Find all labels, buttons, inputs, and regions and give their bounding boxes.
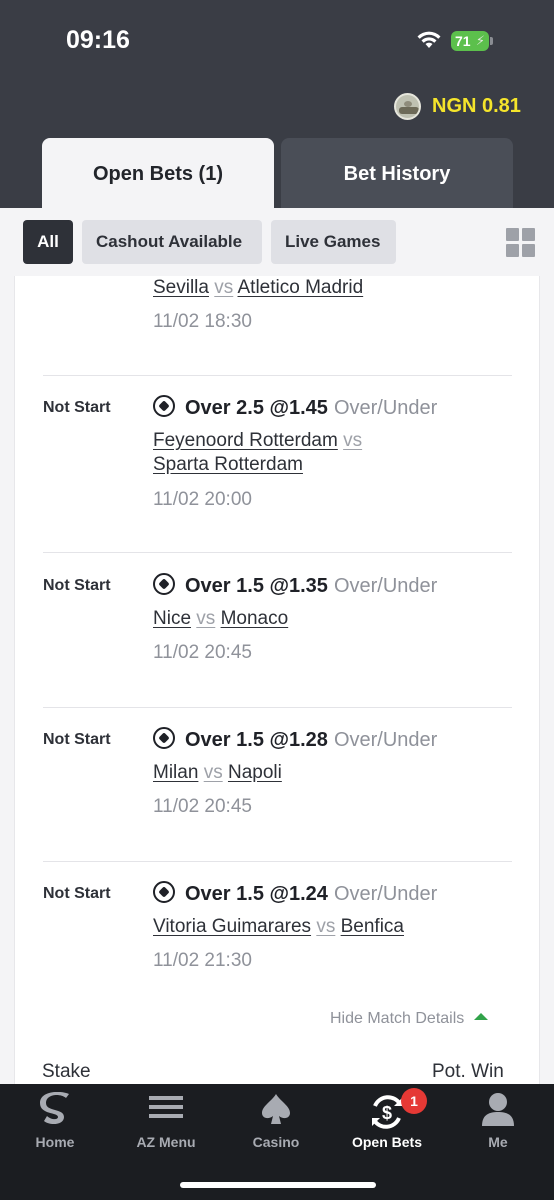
match-teams[interactable]: Sevilla vs Atletico Madrid [153, 276, 363, 300]
vs-label: vs [196, 608, 216, 629]
nav-home[interactable]: Home [0, 1084, 110, 1164]
divider [43, 552, 512, 553]
selection-pick: Over 1.5 @1.24 Over/Under [153, 881, 437, 906]
match-date: 11/02 20:45 [153, 796, 252, 817]
divider [43, 375, 512, 376]
hide-match-details-label: Hide Match Details [330, 1010, 465, 1027]
vs-label: vs [203, 762, 223, 783]
pick-label: Over 1.5 @1.24 [185, 883, 328, 905]
nav-casino[interactable]: Casino [221, 1084, 331, 1164]
app-header: 09:16 71 ⚡ NGN 0.81 Open Bets (1) Bet Hi… [0, 0, 554, 210]
selection-pick: Over 2.5 @1.45 Over/Under [153, 395, 437, 420]
nav-me[interactable]: Me [443, 1084, 553, 1164]
filter-bar: All Cashout Available Live Games [0, 208, 554, 276]
away-team[interactable]: Benfica [341, 916, 404, 937]
pick-label: Over 1.5 @1.35 [185, 575, 328, 597]
vs-label: vs [214, 277, 234, 298]
match-teams[interactable]: Nice vs Monaco [153, 607, 288, 631]
sporty-logo-icon [40, 1092, 69, 1125]
status-time: 09:16 [66, 26, 130, 54]
away-team[interactable]: Sparta Rotterdam [153, 454, 303, 475]
nav-label: Casino [252, 1134, 300, 1150]
pot-win-label: Pot. Win [432, 1061, 504, 1082]
charging-icon: ⚡ [475, 33, 485, 48]
spade-icon [262, 1094, 290, 1124]
menu-icon [149, 1096, 183, 1118]
svg-text:$: $ [382, 1103, 392, 1123]
match-status: Not Start [43, 399, 111, 416]
match-status: Not Start [43, 731, 111, 748]
hide-match-details-button[interactable]: Hide Match Details [330, 1010, 489, 1028]
caret-up-icon [474, 1013, 489, 1020]
nav-label: Open Bets [351, 1134, 422, 1150]
nav-az-menu[interactable]: AZ Menu [111, 1084, 221, 1164]
battery-icon: 71 ⚡ [451, 31, 489, 51]
football-icon [153, 727, 175, 749]
match-date: 11/02 21:30 [153, 950, 252, 971]
market-label: Over/Under [333, 729, 438, 751]
filter-live-games[interactable]: Live Games [271, 220, 396, 264]
home-team[interactable]: Milan [153, 762, 198, 783]
filter-all[interactable]: All [23, 220, 73, 264]
away-team[interactable]: Atletico Madrid [238, 277, 364, 298]
divider [43, 861, 512, 862]
user-icon [482, 1093, 514, 1126]
wifi-icon [417, 31, 441, 48]
market-label: Over/Under [333, 883, 438, 905]
vs-label: vs [343, 430, 363, 451]
away-team[interactable]: Napoli [228, 762, 282, 783]
pick-label: Over 1.5 @1.28 [185, 729, 328, 751]
nav-label: AZ Menu [136, 1134, 196, 1150]
away-team[interactable]: Monaco [221, 608, 289, 629]
market-label: Over/Under [333, 397, 438, 419]
match-status: Not Start [43, 577, 111, 594]
home-team[interactable]: Vitoria Guimarares [153, 916, 311, 937]
football-icon [153, 881, 175, 903]
match-date: 11/02 18:30 [153, 311, 252, 332]
nav-label: Me [488, 1134, 508, 1150]
football-icon [153, 395, 175, 417]
divider [43, 707, 512, 708]
grid-view-icon[interactable] [506, 228, 535, 257]
avatar[interactable] [394, 93, 421, 120]
match-date: 11/02 20:45 [153, 642, 252, 663]
match-teams[interactable]: Feyenoord Rotterdam vs Sparta Rotterdam [153, 429, 413, 477]
battery-tip [490, 37, 493, 45]
match-teams[interactable]: Vitoria Guimarares vs Benfica [153, 915, 404, 939]
market-label: Over/Under [333, 575, 438, 597]
nav-label: Home [35, 1134, 75, 1150]
account-balance[interactable]: NGN 0.81 [432, 95, 521, 118]
match-date: 11/02 20:00 [153, 489, 252, 510]
battery-level: 71 [455, 33, 471, 49]
open-bets-count-badge: 1 [401, 1088, 427, 1114]
filter-cashout-available[interactable]: Cashout Available [82, 220, 262, 264]
selection-pick: Over 1.5 @1.35 Over/Under [153, 573, 437, 598]
home-team[interactable]: Feyenoord Rotterdam [153, 430, 338, 451]
football-icon [153, 573, 175, 595]
home-team[interactable]: Sevilla [153, 277, 209, 298]
selection-pick: Over 1.5 @1.28 Over/Under [153, 727, 437, 752]
stake-label: Stake [42, 1061, 91, 1082]
tab-open-bets[interactable]: Open Bets (1) [42, 138, 274, 210]
pick-label: Over 2.5 @1.45 [185, 397, 328, 419]
match-status: Not Start [43, 885, 111, 902]
vs-label: vs [316, 916, 336, 937]
tab-bet-history[interactable]: Bet History [281, 138, 513, 210]
home-indicator[interactable] [180, 1182, 376, 1188]
home-team[interactable]: Nice [153, 608, 191, 629]
bet-details-list[interactable]: Sevilla vs Atletico Madrid 11/02 18:30 N… [0, 276, 554, 1084]
match-teams[interactable]: Milan vs Napoli [153, 761, 282, 785]
